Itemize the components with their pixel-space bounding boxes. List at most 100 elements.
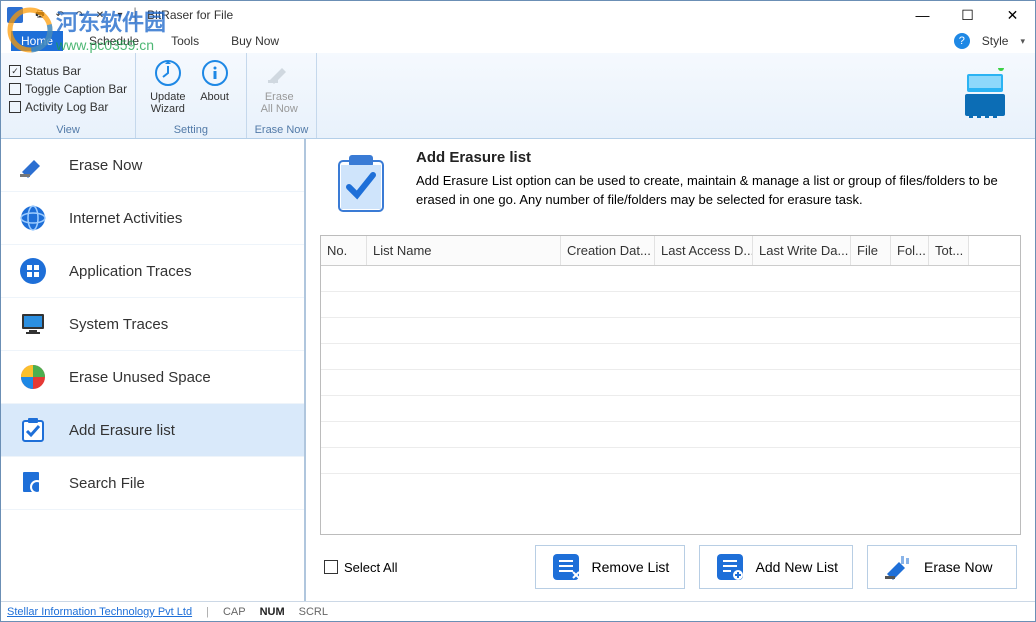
company-link[interactable]: Stellar Information Technology Pvt Ltd [7,606,192,618]
add-new-list-button[interactable]: Add New List [699,545,853,589]
status-bar-label: Status Bar [25,64,81,78]
menu-home[interactable]: Home [11,31,63,51]
qat-print-icon[interactable]: 🖶 [31,6,49,24]
ribbon-group-setting: Update Wizard About Setting [136,53,246,138]
help-icon[interactable]: ? [954,33,970,49]
sidebar-item-add-erasure-list[interactable]: Add Erasure list [1,404,304,457]
activity-log-bar-label: Activity Log Bar [25,100,108,114]
bitraser-logo-icon [955,66,1015,126]
menu-buy-now[interactable]: Buy Now [225,31,285,51]
erase-all-now-button[interactable]: Erase All Now [255,55,304,117]
table-column-header[interactable]: List Name [367,236,561,265]
ribbon: ✓ Status Bar Toggle Caption Bar Activity… [1,53,1035,139]
erasure-list-icon [17,414,49,446]
sidebar-item-search-file[interactable]: Search File [1,457,304,510]
erase-now-button[interactable]: Erase Now [867,545,1017,589]
ribbon-group-view-label: View [9,123,127,138]
minimize-button[interactable]: — [900,1,945,29]
table-column-header[interactable]: Creation Dat... [561,236,655,265]
toggle-caption-bar-checkbox[interactable]: Toggle Caption Bar [9,80,127,98]
unused-space-icon [17,361,49,393]
titlebar: 🖶 ↶ ↷ ✕ ▾ | BitRaser for File — ☐ ✕ [1,1,1035,29]
activity-log-bar-checkbox[interactable]: Activity Log Bar [9,98,108,116]
app-traces-icon [17,255,49,287]
maximize-button[interactable]: ☐ [945,1,990,29]
table-row [321,344,1020,370]
content-panel: Add Erasure list Add Erasure List option… [306,139,1035,601]
toggle-caption-bar-label: Toggle Caption Bar [25,82,127,96]
sidebar-item-system-traces[interactable]: System Traces [1,298,304,351]
add-new-list-label: Add New List [756,559,838,575]
table-row [321,396,1020,422]
table-row [321,448,1020,474]
sidebar-item-label: Internet Activities [69,210,182,227]
remove-list-button[interactable]: Remove List [535,545,685,589]
content-title: Add Erasure list [416,149,1021,166]
status-scrl: SCRL [299,606,328,618]
menu-style[interactable]: Style [976,31,1015,51]
table-column-header[interactable]: Last Write Da... [753,236,851,265]
sidebar-item-label: Erase Now [69,157,142,174]
logo-area [935,53,1035,138]
add-new-list-icon [714,551,746,583]
content-header: Add Erasure list Add Erasure List option… [320,149,1021,229]
table-body [321,266,1020,534]
table-row [321,266,1020,292]
sidebar-item-erase-unused-space[interactable]: Erase Unused Space [1,351,304,404]
sidebar-item-label: Erase Unused Space [69,369,211,386]
table-column-header[interactable]: No. [321,236,367,265]
erasure-list-table: No.List NameCreation Dat...Last Access D… [320,235,1021,535]
table-column-header[interactable]: Fol... [891,236,929,265]
ribbon-group-view: ✓ Status Bar Toggle Caption Bar Activity… [1,53,136,138]
select-all-checkbox[interactable]: Select All [324,560,397,575]
sidebar-item-internet-activities[interactable]: Internet Activities [1,192,304,245]
status-bar-checkbox[interactable]: ✓ Status Bar [9,62,81,80]
table-column-header[interactable]: Last Access D... [655,236,753,265]
qat-undo-icon[interactable]: ↶ [51,6,69,24]
remove-list-label: Remove List [592,559,670,575]
sidebar-item-label: System Traces [69,316,168,333]
clipboard-check-icon [320,149,400,219]
style-dropdown-icon[interactable]: ▾ [1020,36,1025,47]
internet-icon [17,202,49,234]
erase-now-icon [17,149,49,181]
erase-now-btn-icon [882,551,914,583]
erase-now-btn-label: Erase Now [924,559,992,575]
table-header: No.List NameCreation Dat...Last Access D… [321,236,1020,266]
table-column-header[interactable]: File [851,236,891,265]
status-num: NUM [260,606,285,618]
system-traces-icon [17,308,49,340]
table-row [321,370,1020,396]
table-row [321,422,1020,448]
ribbon-group-erase-now: Erase All Now Erase Now [247,53,318,138]
main-area: Erase Now Internet Activities Applicatio… [1,139,1035,601]
quick-access-toolbar: 🖶 ↶ ↷ ✕ ▾ [31,6,129,24]
menubar: Home Schedule Tools Buy Now ? Style ▾ [1,29,1035,53]
window-title: BitRaser for File [147,8,233,22]
sidebar-item-application-traces[interactable]: Application Traces [1,245,304,298]
sidebar-item-erase-now[interactable]: Erase Now [1,139,304,192]
table-column-header[interactable]: Tot... [929,236,969,265]
close-button[interactable]: ✕ [990,1,1035,29]
ribbon-group-setting-label: Setting [144,123,237,138]
bottom-bar: Select All Remove List Add New List Eras… [320,535,1021,595]
content-description: Add Erasure List option can be used to c… [416,172,1021,210]
statusbar: Stellar Information Technology Pvt Ltd |… [1,601,1035,621]
sidebar-item-label: Add Erasure list [69,422,175,439]
about-button[interactable]: About [192,55,238,117]
qat-close-icon[interactable]: ✕ [91,6,109,24]
menu-schedule[interactable]: Schedule [83,31,145,51]
sidebar-item-label: Application Traces [69,263,192,280]
app-icon [7,7,23,23]
qat-dropdown-icon[interactable]: ▾ [111,6,129,24]
sidebar: Erase Now Internet Activities Applicatio… [1,139,306,601]
status-cap: CAP [223,606,246,618]
sidebar-item-label: Search File [69,475,145,492]
table-row [321,318,1020,344]
update-wizard-button[interactable]: Update Wizard [144,55,191,117]
remove-list-icon [550,551,582,583]
ribbon-group-erase-now-label: Erase Now [255,123,309,138]
qat-redo-icon[interactable]: ↷ [71,6,89,24]
search-file-icon [17,467,49,499]
menu-tools[interactable]: Tools [165,31,205,51]
